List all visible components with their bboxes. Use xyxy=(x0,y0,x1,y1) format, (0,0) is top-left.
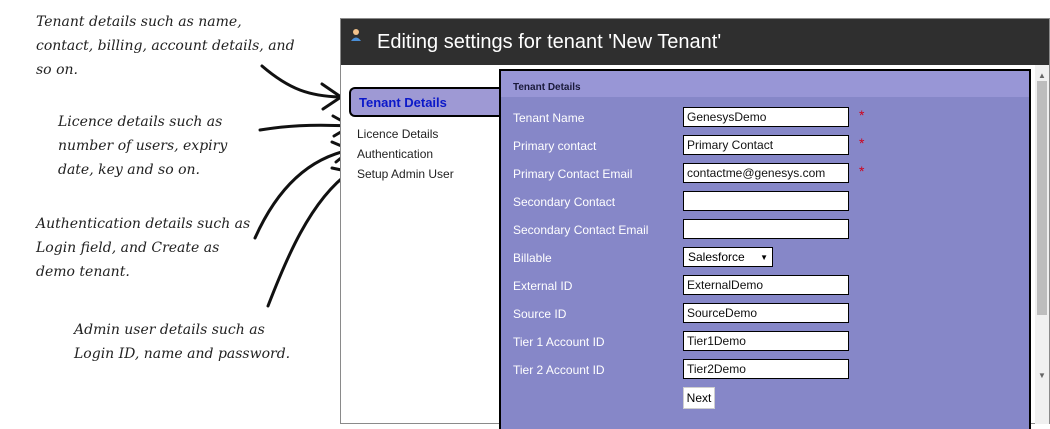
field-label: Primary contact xyxy=(513,139,597,153)
arrow-auth xyxy=(253,148,352,240)
nav-item-setup-admin-user[interactable]: Setup Admin User xyxy=(357,167,454,181)
annotation-licence-details: Licence details such as number of users,… xyxy=(58,114,228,178)
arrow-licence xyxy=(258,123,352,132)
nav-item-tenant-details[interactable]: Tenant Details xyxy=(349,87,501,117)
form-row-billable: Billable Salesforce ▼ xyxy=(513,247,1023,271)
scroll-thumb[interactable] xyxy=(1037,81,1047,315)
secondary-contact-email-input[interactable] xyxy=(683,219,849,239)
scroll-up-arrow-icon[interactable]: ▲ xyxy=(1038,71,1046,80)
field-label: Tenant Name xyxy=(513,111,585,125)
section-title: Tenant Details xyxy=(513,82,581,93)
billable-select[interactable]: Salesforce ▼ xyxy=(683,247,773,267)
field-label: Secondary Contact xyxy=(513,195,616,209)
external-id-input[interactable]: ExternalDemo xyxy=(683,275,849,295)
field-label: Source ID xyxy=(513,307,567,321)
required-marker: * xyxy=(859,107,865,123)
primary-contact-input[interactable]: Primary Contact xyxy=(683,135,849,155)
form-row-tier1-account-id: Tier 1 Account ID Tier1Demo xyxy=(513,331,1023,355)
form-row-tenant-name: Tenant Name GenesysDemo * xyxy=(513,107,1023,131)
tenant-user-icon xyxy=(351,29,361,41)
dropdown-arrow-icon: ▼ xyxy=(760,252,768,262)
field-label: Tier 2 Account ID xyxy=(513,363,605,377)
annotation-tenant-details: Tenant details such as name, contact, bi… xyxy=(36,14,295,78)
arrow-admin xyxy=(266,170,352,308)
form-row-secondary-contact-email: Secondary Contact Email xyxy=(513,219,1023,243)
nav-item-licence-details[interactable]: Licence Details xyxy=(357,127,438,141)
required-marker: * xyxy=(859,135,865,151)
primary-contact-email-input[interactable]: contactme@genesys.com xyxy=(683,163,849,183)
form-row-external-id: External ID ExternalDemo xyxy=(513,275,1023,299)
settings-window: Editing settings for tenant 'New Tenant'… xyxy=(340,18,1050,429)
form-row-tier2-account-id: Tier 2 Account ID Tier2Demo xyxy=(513,359,1023,383)
secondary-contact-input[interactable] xyxy=(683,191,849,211)
nav-item-authentication[interactable]: Authentication xyxy=(357,147,433,161)
tenant-name-input[interactable]: GenesysDemo xyxy=(683,107,849,127)
billable-selected-value: Salesforce xyxy=(688,250,745,264)
tenant-details-panel: Tenant Details Tenant Name GenesysDemo *… xyxy=(499,69,1031,429)
title-bar: Editing settings for tenant 'New Tenant' xyxy=(341,19,1049,65)
field-label: Primary Contact Email xyxy=(513,167,633,181)
source-id-input[interactable]: SourceDemo xyxy=(683,303,849,323)
form-row-primary-contact: Primary contact Primary Contact * xyxy=(513,135,1023,159)
annotation-authentication: Authentication details such as Login fie… xyxy=(36,216,251,280)
annotation-admin-user: Admin user details such as Login ID, nam… xyxy=(74,322,291,362)
field-label: Tier 1 Account ID xyxy=(513,335,605,349)
window-title: Editing settings for tenant 'New Tenant' xyxy=(377,30,722,53)
scroll-down-arrow-icon[interactable]: ▼ xyxy=(1038,371,1046,380)
tier2-account-id-input[interactable]: Tier2Demo xyxy=(683,359,849,379)
form-row-secondary-contact: Secondary Contact xyxy=(513,191,1023,215)
vertical-scrollbar[interactable]: ▲ ▼ xyxy=(1035,65,1049,424)
field-label: Billable xyxy=(513,251,552,265)
field-label: Secondary Contact Email xyxy=(513,223,649,237)
window-content: Tenant Details Licence Details Authentic… xyxy=(341,65,1049,429)
next-button[interactable]: Next xyxy=(683,387,715,409)
required-marker: * xyxy=(859,163,865,179)
form-row-source-id: Source ID SourceDemo xyxy=(513,303,1023,327)
field-label: External ID xyxy=(513,279,573,293)
form-row-primary-contact-email: Primary Contact Email contactme@genesys.… xyxy=(513,163,1023,187)
tier1-account-id-input[interactable]: Tier1Demo xyxy=(683,331,849,351)
settings-nav: Tenant Details Licence Details Authentic… xyxy=(341,65,501,424)
